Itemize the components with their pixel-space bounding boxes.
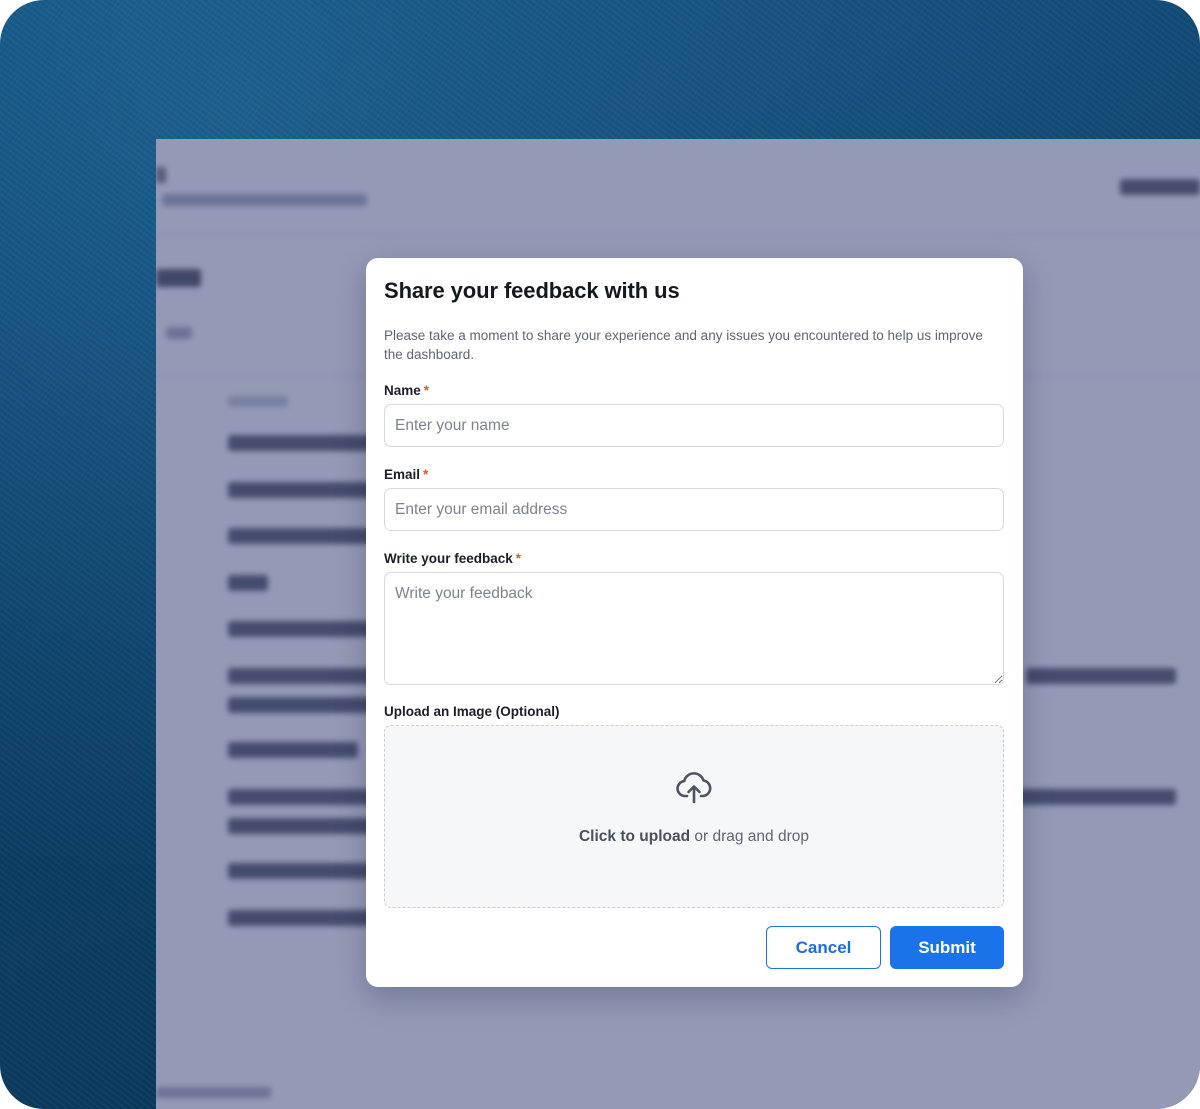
feedback-label-text: Write your feedback (384, 551, 513, 566)
email-label: Email * (384, 467, 428, 482)
click-to-upload-link[interactable]: Click to upload (579, 828, 690, 845)
feedback-modal: Share your feedback with us Please take … (366, 258, 1023, 987)
drag-and-drop-text: or drag and drop (690, 828, 809, 845)
image-upload-dropzone[interactable]: Click to upload or drag and drop (384, 725, 1004, 908)
cloud-upload-icon (676, 772, 712, 804)
upload-instructions: Click to upload or drag and drop (385, 828, 1003, 846)
modal-title: Share your feedback with us (384, 278, 680, 303)
screenshot-frame: Share your feedback with us Please take … (0, 0, 1200, 1109)
required-marker: * (423, 383, 430, 398)
required-marker: * (515, 551, 522, 566)
required-marker: * (423, 467, 429, 482)
email-label-text: Email (384, 467, 421, 482)
email-input[interactable] (384, 488, 1004, 531)
feedback-textarea[interactable] (384, 572, 1004, 685)
name-input[interactable] (384, 404, 1004, 447)
upload-label: Upload an Image (Optional) (384, 704, 560, 719)
name-label: Name * (384, 383, 429, 398)
feedback-label: Write your feedback * (384, 551, 521, 566)
name-label-text: Name (384, 383, 421, 398)
modal-description: Please take a moment to share your exper… (384, 328, 983, 362)
submit-button[interactable]: Submit (890, 926, 1004, 969)
cancel-button[interactable]: Cancel (766, 926, 881, 969)
